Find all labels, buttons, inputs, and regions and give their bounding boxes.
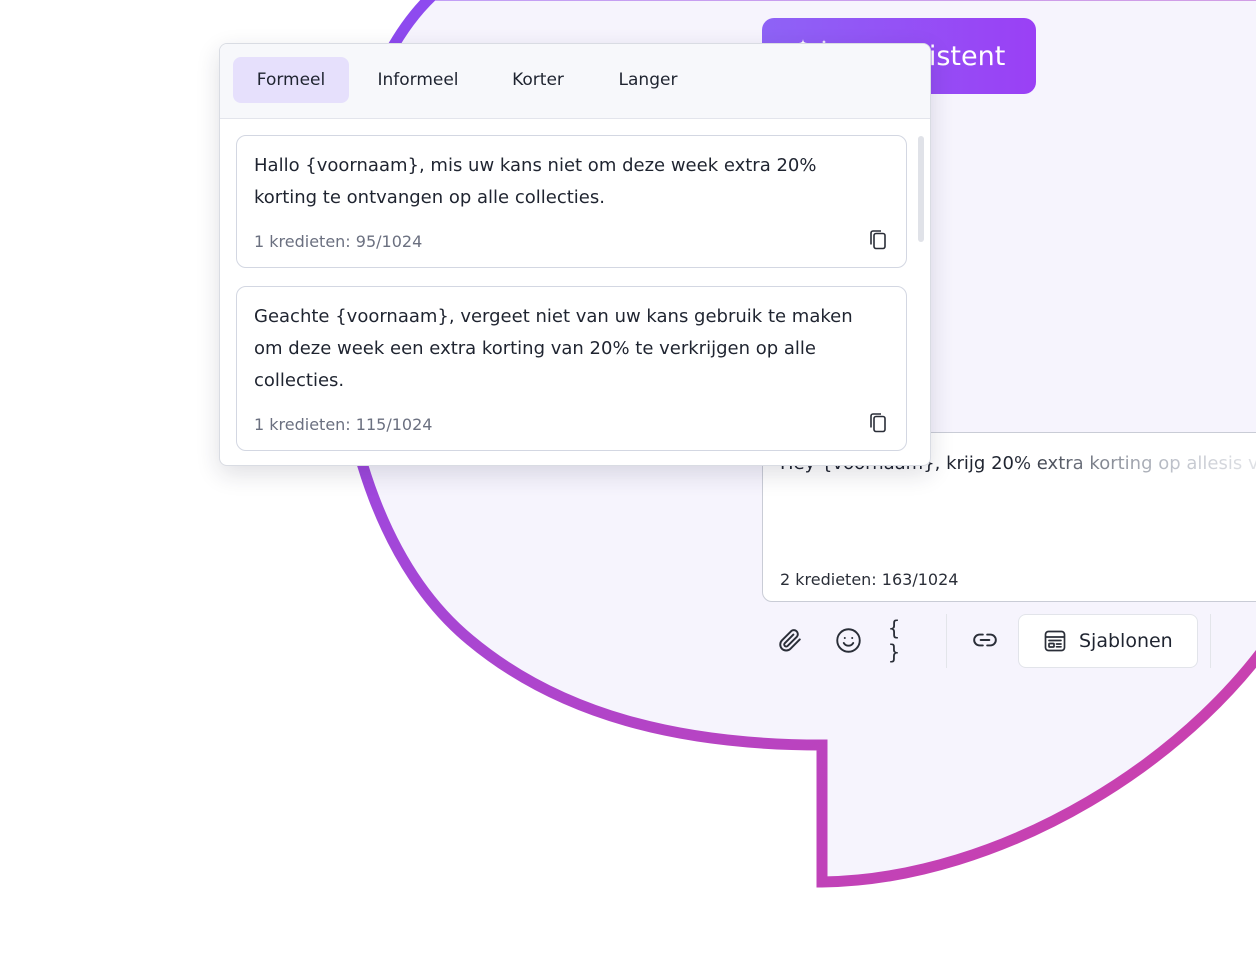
suggestions-scrollbar[interactable] [918, 136, 924, 242]
paperclip-icon[interactable] [770, 620, 810, 660]
copy-icon[interactable] [868, 229, 888, 251]
suggestion-card[interactable]: Hallo {voornaam}, mis uw kans niet om de… [236, 135, 907, 268]
smiley-icon[interactable] [828, 620, 868, 660]
tab-informeel[interactable]: Informeel [356, 57, 480, 103]
toolbar-divider [1210, 614, 1211, 668]
copy-icon[interactable] [868, 412, 888, 434]
composer-credits: 2 kredieten: 163/1024 [780, 570, 959, 589]
tab-formeel[interactable]: Formeel [233, 57, 349, 103]
suggestion-text: Geachte {voornaam}, vergeet niet van uw … [254, 306, 853, 391]
suggestion-text: Hallo {voornaam}, mis uw kans niet om de… [254, 155, 817, 208]
toolbar-divider [946, 614, 947, 668]
templates-label: Sjablonen [1079, 630, 1173, 652]
template-icon [1044, 630, 1066, 652]
suggestion-credits: 1 kredieten: 95/1024 [254, 232, 423, 251]
tab-langer[interactable]: Langer [596, 57, 700, 103]
ai-suggestions-popup: Formeel Informeel Korter Langer Hallo {v… [219, 43, 931, 466]
templates-button[interactable]: Sjablonen [1018, 614, 1198, 668]
link-icon[interactable] [965, 620, 1005, 660]
suggestion-card[interactable]: Geachte {voornaam}, vergeet niet van uw … [236, 286, 907, 451]
suggestion-credits: 1 kredieten: 115/1024 [254, 415, 433, 434]
tab-korter[interactable]: Korter [488, 57, 588, 103]
variable-braces-icon[interactable]: { } [888, 616, 928, 664]
tone-tabs: Formeel Informeel Korter Langer [220, 44, 930, 119]
